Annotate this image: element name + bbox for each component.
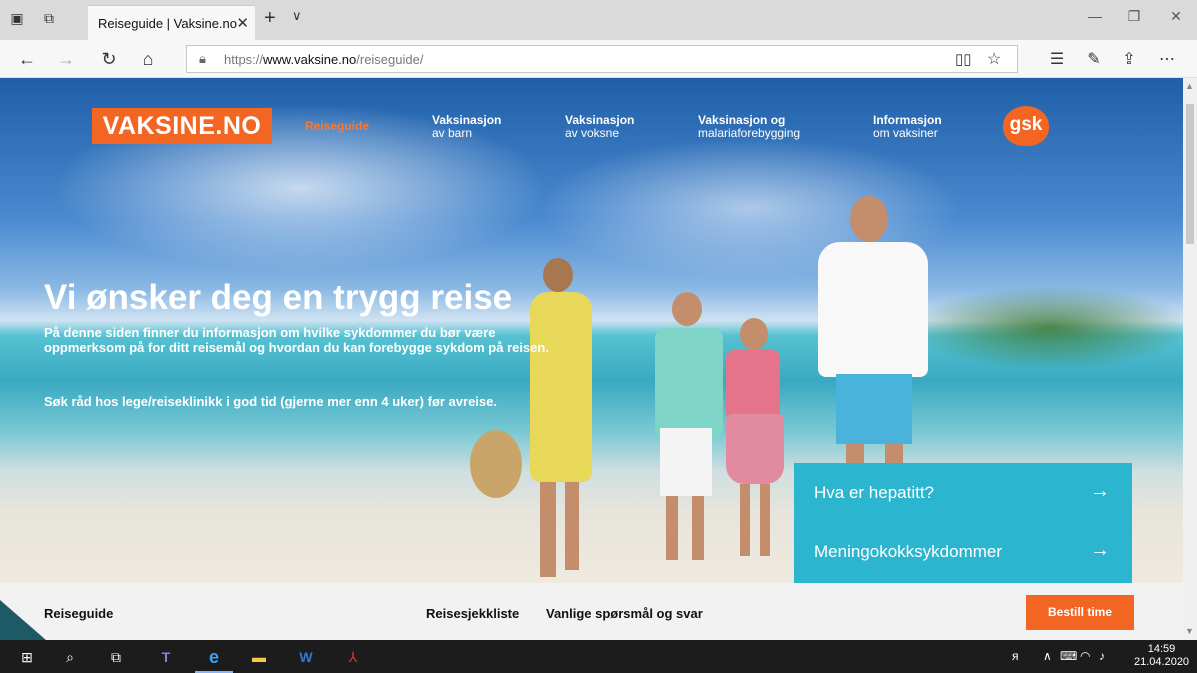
info-link-label: Hva er hepatitt? — [814, 483, 935, 502]
webpage: VAKSINE.NO Reiseguide Vaksinasjon av barn… — [0, 78, 1183, 640]
minimize-icon[interactable]: — — [1085, 8, 1105, 24]
arrow-right-icon: → — [1090, 480, 1110, 502]
sub-navigation-bar: Reiseguide Reisesjekkliste Vanlige spørs… — [0, 583, 1183, 640]
tab-preview-chevron-icon[interactable]: ∨ — [292, 8, 302, 24]
clock-date: 21.04.2020 — [1134, 656, 1190, 668]
windows-taskbar: ⊞ ⌕ ⧉ T e ▬ W ⅄ ᴙ ∧ ⌨ ◠ ♪ 14:59 21.04.20… — [0, 640, 1197, 673]
tabs-aside-icon[interactable]: ⧉ — [40, 10, 58, 26]
restore-icon[interactable]: ❐ — [1124, 8, 1144, 25]
close-window-icon[interactable]: ✕ — [1166, 8, 1186, 25]
browser-tab[interactable]: Reiseguide | Vaksine.no ✕ — [88, 5, 255, 40]
search-icon[interactable]: ⌕ — [61, 648, 79, 666]
refresh-icon[interactable]: ↻ — [98, 49, 120, 69]
info-links-panel: Hva er hepatitt? → Meningokokksykdommer … — [794, 463, 1132, 583]
scroll-thumb[interactable] — [1186, 104, 1194, 244]
more-icon[interactable]: ⋯ — [1156, 49, 1178, 69]
keyboard-icon[interactable]: ⌨ — [1060, 649, 1077, 663]
show-hidden-icons-chevron-icon[interactable]: ∧ — [1043, 649, 1052, 663]
reading-view-icon[interactable]: ▯▯ — [955, 50, 972, 68]
edge-icon[interactable]: e — [205, 648, 223, 666]
scroll-down-icon[interactable]: ▼ — [1185, 626, 1194, 636]
lock-icon: 🔒︎ — [199, 51, 206, 66]
task-view-icon[interactable]: ⧉ — [107, 648, 125, 666]
subnav-reisesjekkliste[interactable]: Reisesjekkliste — [426, 606, 519, 621]
url-text: https://www.vaksine.no/reiseguide/ — [224, 52, 424, 67]
share-icon[interactable]: ⇪ — [1118, 49, 1140, 69]
system-clock[interactable]: 14:59 21.04.2020 — [1134, 643, 1189, 669]
hero-intro: På denne siden finner du informasjon om … — [44, 325, 549, 355]
teams-icon[interactable]: T — [157, 648, 175, 666]
nav-vaksinasjon-barn[interactable]: Vaksinasjon av barn — [432, 114, 501, 140]
browser-tab-bar: ▣ ⧉ Reiseguide | Vaksine.no ✕ + ∨ — ❐ ✕ — [0, 0, 1197, 40]
subnav-reiseguide[interactable]: Reiseguide — [44, 606, 113, 621]
nav-reiseguide[interactable]: Reiseguide — [305, 120, 369, 133]
clock-time: 14:59 — [1147, 643, 1176, 655]
file-explorer-icon[interactable]: ▬ — [250, 648, 268, 666]
favorites-list-icon[interactable]: ☰ — [1046, 49, 1068, 69]
corner-decoration — [0, 600, 46, 640]
nav-informasjon-vaksiner[interactable]: Informasjon om vaksiner — [873, 114, 942, 140]
close-tab-icon[interactable]: ✕ — [236, 14, 249, 32]
hero-advice: Søk råd hos lege/reiseklinikk i god tid … — [44, 394, 497, 409]
hero-banner: VAKSINE.NO Reiseguide Vaksinasjon av barn… — [0, 78, 1183, 583]
info-link-label: Meningokokksykdommer — [814, 542, 1003, 561]
set-aside-tabs-icon[interactable]: ▣ — [8, 10, 26, 26]
subnav-faq[interactable]: Vanlige spørsmål og svar — [546, 606, 703, 621]
home-icon[interactable]: ⌂ — [137, 49, 159, 69]
favorite-star-icon[interactable]: ☆ — [987, 49, 1001, 69]
back-arrow-icon[interactable]: ← — [16, 49, 38, 69]
site-logo[interactable]: VAKSINE.NO — [92, 108, 272, 144]
people-icon[interactable]: ᴙ — [1012, 649, 1019, 663]
page-scrollbar[interactable]: ▲ ▼ — [1183, 78, 1197, 640]
pen-icon[interactable]: ✎ — [1083, 49, 1105, 69]
hero-title: Vi ønsker deg en trygg reise — [44, 278, 513, 317]
windows-start-icon[interactable]: ⊞ — [18, 648, 36, 666]
scroll-up-icon[interactable]: ▲ — [1185, 81, 1194, 91]
acrobat-icon[interactable]: ⅄ — [344, 648, 362, 666]
arrow-right-icon: → — [1090, 539, 1110, 561]
address-field[interactable]: 🔒︎ https://www.vaksine.no/reiseguide/ ▯▯… — [186, 45, 1018, 73]
word-icon[interactable]: W — [297, 648, 315, 666]
nav-vaksinasjon-malaria[interactable]: Vaksinasjon og malariaforebygging — [698, 114, 800, 140]
nav-vaksinasjon-voksne[interactable]: Vaksinasjon av voksne — [565, 114, 634, 140]
book-appointment-button[interactable]: Bestill time — [1026, 595, 1134, 630]
address-toolbar: ← → ↻ ⌂ 🔒︎ https://www.vaksine.no/reiseg… — [0, 40, 1197, 78]
gsk-logo[interactable]: gsk — [1003, 106, 1049, 146]
new-tab-icon[interactable]: + — [264, 7, 276, 30]
forward-arrow-icon[interactable]: → — [55, 49, 77, 69]
volume-icon[interactable]: ♪ — [1099, 649, 1105, 663]
wifi-icon[interactable]: ◠ — [1080, 649, 1090, 663]
tab-title: Reiseguide | Vaksine.no — [98, 16, 238, 31]
